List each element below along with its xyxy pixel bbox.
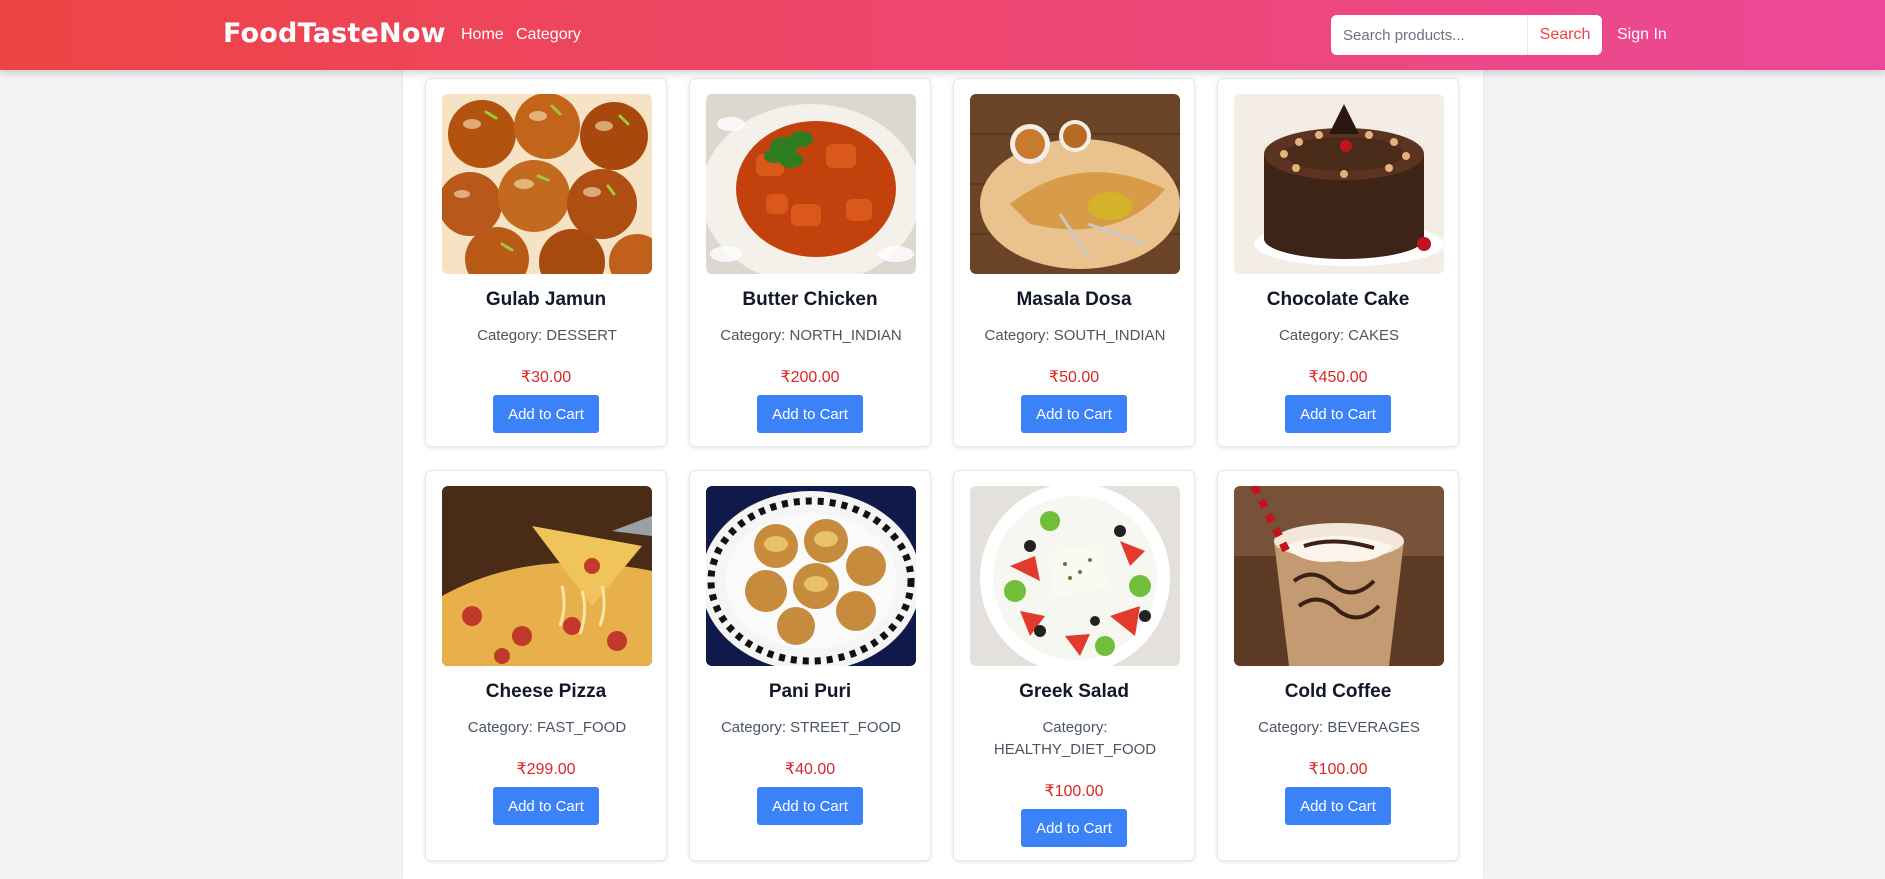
product-name: Butter Chicken bbox=[742, 289, 878, 310]
product-name: Chocolate Cake bbox=[1266, 289, 1410, 310]
product-category: Category: FAST_FOOD bbox=[467, 719, 627, 736]
nav-category-link[interactable]: Category bbox=[516, 26, 581, 44]
product-name: Cold Coffee bbox=[1284, 681, 1392, 702]
cold-coffee-image bbox=[1234, 486, 1444, 666]
product-card: Cold Coffee Category: BEVERAGES ₹100.00 … bbox=[1217, 470, 1459, 861]
navbar: FoodTasteNow Home Category Search Sign I… bbox=[0, 0, 1885, 70]
product-category: Category: STREET_FOOD bbox=[720, 719, 902, 736]
product-card: Chocolate Cake Category: CAKES ₹450.00 A… bbox=[1217, 78, 1459, 447]
product-price: ₹299.00 bbox=[516, 761, 576, 778]
product-name: Masala Dosa bbox=[1016, 289, 1132, 310]
add-to-cart-button[interactable]: Add to Cart bbox=[493, 787, 599, 825]
product-name: Pani Puri bbox=[768, 681, 852, 702]
product-price: ₹450.00 bbox=[1308, 369, 1368, 386]
cheese-pizza-image bbox=[442, 486, 652, 666]
search-input[interactable] bbox=[1331, 15, 1528, 55]
product-card: Butter Chicken Category: NORTH_INDIAN ₹2… bbox=[689, 78, 931, 447]
brand-logo[interactable]: FoodTasteNow bbox=[223, 18, 446, 49]
sign-in-link[interactable]: Sign In bbox=[1617, 26, 1667, 44]
product-name: Cheese Pizza bbox=[485, 681, 607, 702]
greek-salad-image bbox=[970, 486, 1180, 666]
product-card: Greek Salad Category: HEALTHY_DIET_FOOD … bbox=[953, 470, 1195, 861]
add-to-cart-button[interactable]: Add to Cart bbox=[1285, 787, 1391, 825]
product-name: Greek Salad bbox=[1019, 681, 1129, 702]
butter-chicken-image bbox=[706, 94, 916, 274]
product-card: Cheese Pizza Category: FAST_FOOD ₹299.00… bbox=[425, 470, 667, 861]
product-price: ₹200.00 bbox=[780, 369, 840, 386]
product-category: Category: SOUTH_INDIAN bbox=[984, 327, 1166, 344]
gulab-jamun-image bbox=[442, 94, 652, 274]
product-grid: Gulab Jamun Category: DESSERT ₹30.00 Add… bbox=[403, 70, 1483, 879]
add-to-cart-button[interactable]: Add to Cart bbox=[1021, 809, 1127, 847]
product-category: Category: HEALTHY_DIET_FOOD bbox=[993, 719, 1157, 758]
product-price: ₹40.00 bbox=[784, 761, 836, 778]
product-price: ₹50.00 bbox=[1048, 369, 1100, 386]
search-button[interactable]: Search bbox=[1528, 15, 1602, 55]
product-card: Gulab Jamun Category: DESSERT ₹30.00 Add… bbox=[425, 78, 667, 447]
product-card: Masala Dosa Category: SOUTH_INDIAN ₹50.0… bbox=[953, 78, 1195, 447]
masala-dosa-image bbox=[970, 94, 1180, 274]
nav-home-link[interactable]: Home bbox=[461, 26, 504, 44]
add-to-cart-button[interactable]: Add to Cart bbox=[1285, 395, 1391, 433]
chocolate-cake-image bbox=[1234, 94, 1444, 274]
add-to-cart-button[interactable]: Add to Cart bbox=[1021, 395, 1127, 433]
product-category: Category: NORTH_INDIAN bbox=[720, 327, 902, 344]
add-to-cart-button[interactable]: Add to Cart bbox=[757, 787, 863, 825]
product-name: Gulab Jamun bbox=[485, 289, 607, 310]
add-to-cart-button[interactable]: Add to Cart bbox=[757, 395, 863, 433]
product-category: Category: DESSERT bbox=[477, 327, 617, 344]
product-price: ₹100.00 bbox=[1308, 761, 1368, 778]
product-price: ₹100.00 bbox=[1044, 783, 1104, 800]
add-to-cart-button[interactable]: Add to Cart bbox=[493, 395, 599, 433]
product-card: Pani Puri Category: STREET_FOOD ₹40.00 A… bbox=[689, 470, 931, 861]
product-category: Category: CAKES bbox=[1278, 327, 1400, 344]
pani-puri-image bbox=[706, 486, 916, 666]
product-price: ₹30.00 bbox=[520, 369, 572, 386]
product-category: Category: BEVERAGES bbox=[1258, 719, 1420, 736]
search-form: Search bbox=[1331, 15, 1602, 55]
